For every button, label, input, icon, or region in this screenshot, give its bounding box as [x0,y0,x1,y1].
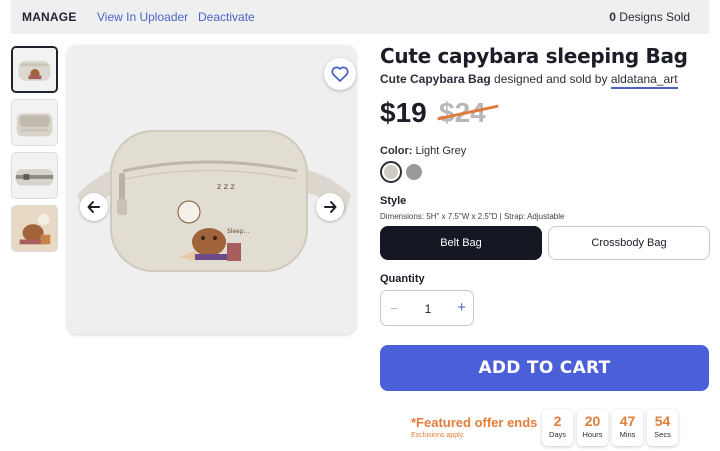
countdown-days-value: 2 [553,413,562,429]
thumbnail-bag-open-image [12,100,57,145]
thumbnail-3[interactable] [11,152,58,199]
artist-link[interactable]: aldatana_art [610,72,678,89]
color-swatch-light-grey[interactable] [380,161,402,183]
style-option-crossbody-bag[interactable]: Crossbody Bag [548,226,710,260]
color-swatch-fill [384,165,398,179]
quantity-increment-button[interactable]: + [457,299,466,316]
thumbnail-1[interactable] [11,46,58,93]
countdown-days-unit: Days [548,430,567,439]
thumbnail-bag-front-image [13,48,56,91]
countdown-mins: 47 Mins [612,409,643,446]
product-main-image: z z z Sleep... [67,45,356,334]
countdown-days: 2 Days [542,409,573,446]
quantity-decrement-button[interactable]: − [390,300,398,316]
countdown-hours-value: 20 [584,413,601,429]
style-label: Style [380,195,407,207]
quantity-stepper: − 1 + [380,290,474,326]
manage-bar: MANAGE View In Uploader Deactivate 0 Des… [11,0,709,34]
belt-bag-image: z z z Sleep... [67,45,356,334]
dimensions-text: Dimensions: 5H" x 7.5"W x 2.5"D | Strap:… [380,212,565,221]
style-option-belt-bag[interactable]: Belt Bag [380,226,542,260]
next-image-button[interactable] [316,193,344,221]
product-byline: Cute Capybara Bag designed and sold by a… [380,72,678,89]
thumbnail-capybara-design-image [12,206,57,251]
countdown-hours: 20 Hours [577,409,608,446]
arrow-right-icon [324,201,337,213]
quantity-label: Quantity [380,273,425,285]
arrow-left-icon [87,201,100,213]
favorite-button[interactable] [324,58,356,90]
current-price: $19 [380,97,427,128]
countdown-secs: 54 Secs [647,409,678,446]
deactivate-link[interactable]: Deactivate [198,10,255,24]
svg-text:Sleep...: Sleep... [227,228,249,235]
manage-label: MANAGE [22,10,77,24]
thumbnail-4[interactable] [11,205,58,252]
designs-sold: 0 Designs Sold [609,10,690,24]
thumbnail-bag-back-image [12,153,57,198]
svg-text:z z z: z z z [217,182,235,191]
exclusions-text: Exclusions apply. [411,432,465,439]
heart-icon [331,66,349,82]
view-in-uploader-link[interactable]: View In Uploader [97,10,188,24]
product-title: Cute capybara sleeping Bag [380,44,688,68]
selected-color-name: Light Grey [415,145,467,157]
countdown-hours-unit: Hours [582,430,603,439]
quantity-value[interactable]: 1 [421,302,435,316]
designs-sold-label: Designs Sold [619,10,690,24]
design-name: Cute Capybara Bag [380,72,491,86]
countdown-secs-value: 54 [654,413,671,429]
countdown-mins-value: 47 [619,413,636,429]
previous-image-button[interactable] [80,193,108,221]
add-to-cart-button[interactable]: ADD TO CART [380,345,709,391]
countdown-secs-unit: Secs [654,430,671,439]
countdown-mins-unit: Mins [619,430,636,439]
byline-text: designed and sold by [494,72,608,86]
color-label-prefix: Color: [380,145,413,157]
featured-offer-label: *Featured offer ends [411,415,538,430]
designs-sold-count: 0 [609,10,616,24]
color-label: Color: Light Grey [380,145,466,157]
thumbnail-2[interactable] [11,99,58,146]
color-swatch-grey[interactable] [406,164,422,180]
